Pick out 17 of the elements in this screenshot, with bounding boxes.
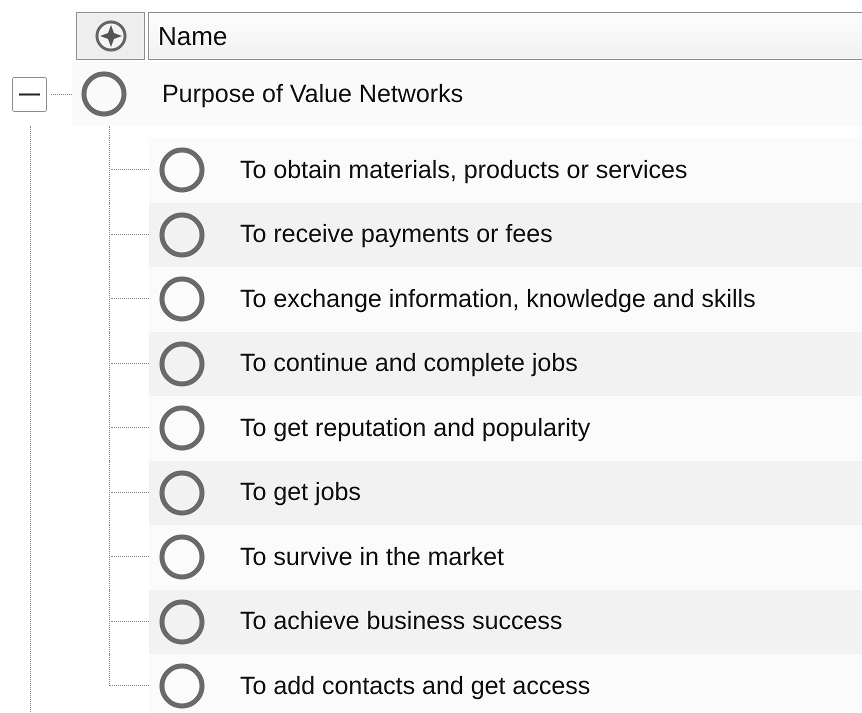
circle-icon: [158, 340, 206, 388]
header-cell[interactable]: [76, 12, 145, 60]
circle-icon: [158, 598, 206, 646]
column-header[interactable]: Name: [148, 12, 862, 60]
tree-item[interactable]: To survive in the market: [240, 542, 504, 572]
circle-icon: [158, 533, 206, 582]
tree-item[interactable]: Purpose of Value Networks: [162, 80, 464, 108]
circle-icon: [158, 275, 206, 324]
circle-icon: [158, 404, 206, 452]
circle-icon: [158, 210, 206, 259]
circle-icon: [158, 146, 206, 194]
circle-icon: [80, 70, 128, 118]
collapse-icon[interactable]: [12, 76, 47, 112]
compass-icon: [94, 19, 128, 53]
circle-icon: [158, 468, 206, 517]
circle-icon: [158, 662, 206, 710]
tree-item[interactable]: To get jobs: [240, 478, 361, 508]
